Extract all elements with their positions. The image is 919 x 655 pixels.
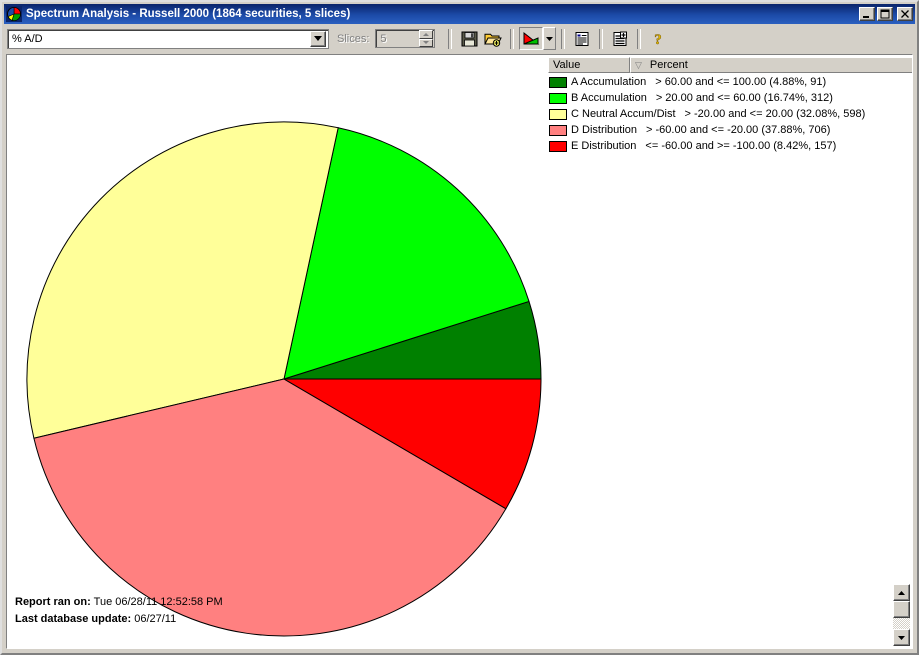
sort-descending-icon: ▽: [635, 59, 642, 70]
close-button[interactable]: [897, 7, 913, 21]
metric-select-value: % A/D: [12, 32, 43, 45]
legend-header: Value ▽ Percent: [548, 57, 912, 73]
spectrum-pie-chart: [26, 121, 542, 637]
legend-item-d-distribution[interactable]: D Distribution > -60.00 and <= -20.00 (3…: [548, 122, 912, 138]
triangle-down-icon[interactable]: [419, 38, 434, 47]
legend-item-a-accumulation[interactable]: A Accumulation > 60.00 and <= 100.00 (4.…: [548, 74, 912, 90]
legend-column-percent[interactable]: ▽ Percent: [630, 57, 912, 73]
open-button[interactable]: [481, 27, 506, 50]
toolbar: % A/D Slices: 5 ?: [4, 24, 915, 53]
toolbar-separator: [510, 28, 515, 49]
legend-item-label: D Distribution: [571, 124, 638, 136]
chart-legend: Value ▽ Percent A Accumulation > 60.00 a…: [548, 57, 912, 154]
report-ran-value: Tue 06/28/11 12:52:58 PM: [93, 596, 223, 608]
legend-rows: A Accumulation > 60.00 and <= 100.00 (4.…: [548, 73, 912, 154]
legend-item-label: B Accumulation: [571, 92, 647, 104]
legend-item-range: > -20.00 and <= 20.00 (32.08%, 598): [684, 108, 866, 120]
scroll-up-button[interactable]: [893, 584, 910, 601]
legend-item-range: > -60.00 and <= -20.00 (37.88%, 706): [646, 124, 831, 136]
slices-spin-buttons[interactable]: [419, 30, 434, 47]
svg-text:?: ?: [655, 32, 663, 47]
legend-swatch: [549, 140, 567, 152]
database-update-value: 06/27/11: [134, 613, 177, 625]
legend-swatch: [549, 92, 567, 104]
title-bar: Spectrum Analysis - Russell 2000 (1864 s…: [4, 4, 915, 24]
minimize-button[interactable]: [859, 7, 875, 21]
legend-column-value-label: Value: [553, 59, 581, 71]
chevron-down-icon[interactable]: [310, 30, 326, 47]
legend-item-label: A Accumulation: [571, 76, 647, 88]
report-ran-line: Report ran on: Tue 06/28/11 12:52:58 PM: [15, 594, 223, 611]
triangle-up-icon[interactable]: [419, 30, 434, 39]
report-footer: Report ran on: Tue 06/28/11 12:52:58 PM …: [15, 594, 223, 628]
database-update-label: Last database update:: [15, 613, 132, 625]
legend-item-range: > 60.00 and <= 100.00 (4.88%, 91): [655, 76, 827, 88]
toolbar-separator: [561, 28, 566, 49]
help-button[interactable]: ?: [646, 27, 671, 50]
maximize-button[interactable]: [877, 7, 893, 21]
window-controls: [859, 7, 913, 21]
window-title: Spectrum Analysis - Russell 2000 (1864 s…: [26, 8, 351, 20]
report-client-area: Value ▽ Percent A Accumulation > 60.00 a…: [6, 54, 913, 649]
vertical-scrollbar[interactable]: [893, 584, 910, 646]
legend-item-e-distribution[interactable]: E Distribution <= -60.00 and >= -100.00 …: [548, 138, 912, 154]
application-window: Spectrum Analysis - Russell 2000 (1864 s…: [0, 0, 919, 655]
toolbar-separator: [637, 28, 642, 49]
report-ran-label: Report ran on:: [15, 596, 91, 608]
slices-value: 5: [380, 32, 387, 45]
legend-column-value[interactable]: Value: [548, 57, 630, 73]
report-view-button[interactable]: [570, 27, 595, 50]
legend-item-label: C Neutral Accum/Dist: [571, 108, 676, 120]
legend-swatch: [549, 124, 567, 136]
pie-chart-icon: [6, 6, 22, 22]
slices-stepper[interactable]: 5: [375, 29, 436, 48]
legend-item-label: E Distribution: [571, 140, 637, 152]
toolbar-separator: [448, 28, 453, 49]
chart-type-dropdown[interactable]: [543, 27, 557, 50]
legend-item-b-accumulation[interactable]: B Accumulation > 20.00 and <= 60.00 (16.…: [548, 90, 912, 106]
database-update-line: Last database update: 06/27/11: [15, 611, 223, 628]
add-report-button[interactable]: [608, 27, 633, 50]
legend-swatch: [549, 76, 567, 88]
scrollbar-thumb[interactable]: [893, 601, 910, 618]
legend-swatch: [549, 108, 567, 120]
scroll-down-button[interactable]: [893, 629, 910, 646]
legend-column-percent-label: Percent: [649, 59, 688, 71]
save-button[interactable]: [457, 27, 482, 50]
toolbar-separator: [599, 28, 604, 49]
chart-canvas: Value ▽ Percent A Accumulation > 60.00 a…: [7, 55, 912, 648]
legend-item-c-neutral[interactable]: C Neutral Accum/Dist > -20.00 and <= 20.…: [548, 106, 912, 122]
chart-type-button[interactable]: [519, 27, 544, 50]
legend-item-range: <= -60.00 and >= -100.00 (8.42%, 157): [645, 140, 837, 152]
slices-label: Slices:: [337, 32, 370, 45]
legend-item-range: > 20.00 and <= 60.00 (16.74%, 312): [655, 92, 833, 104]
scrollbar-track[interactable]: [893, 618, 910, 629]
metric-select[interactable]: % A/D: [7, 28, 329, 49]
